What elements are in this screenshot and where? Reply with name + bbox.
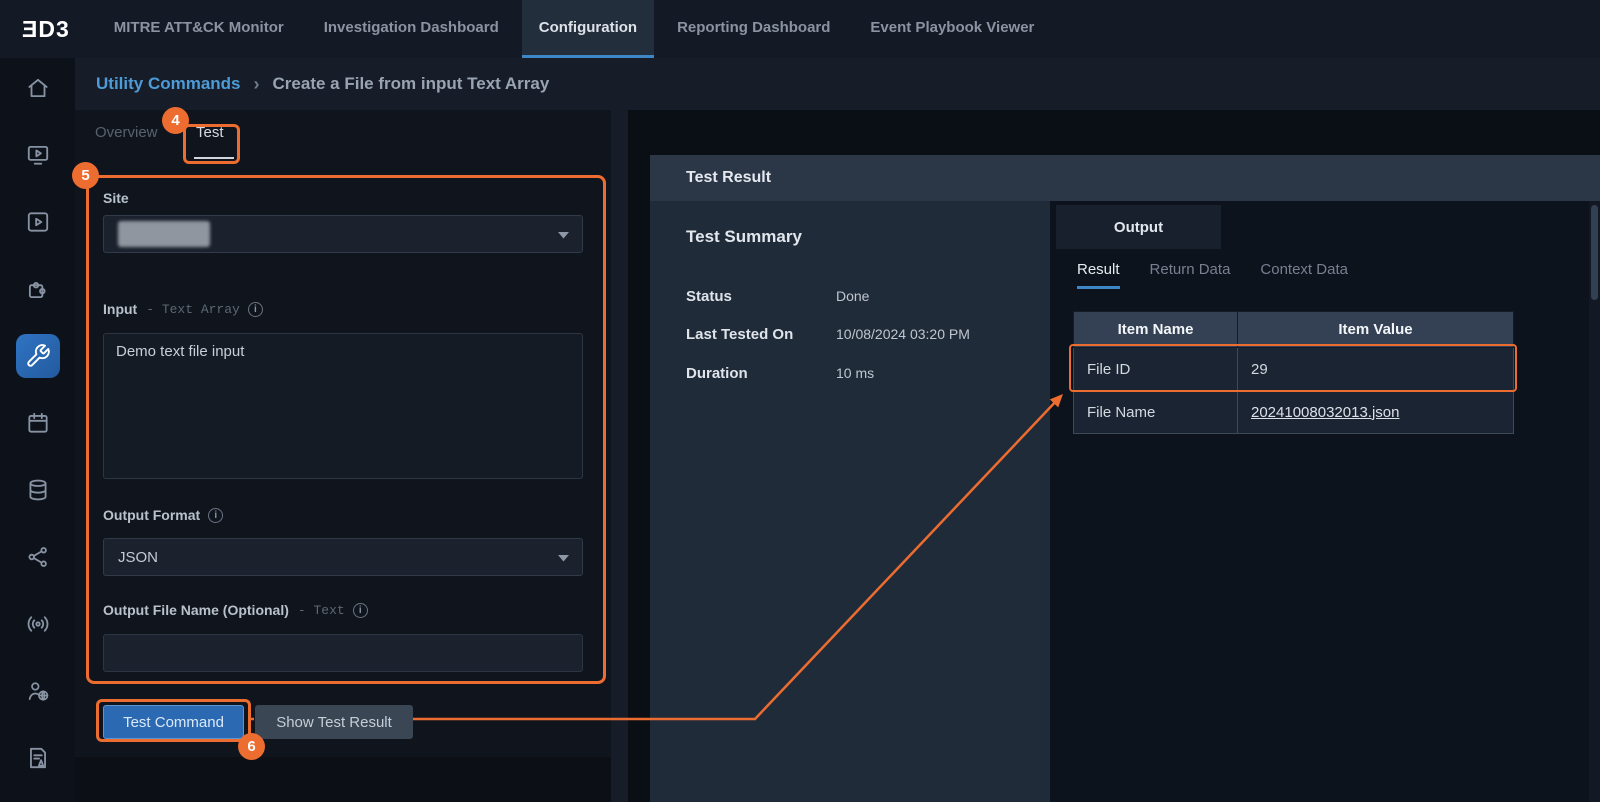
redacted-site-value bbox=[118, 221, 210, 247]
output-file-name-label: Output File Name (Optional) - Text bbox=[103, 602, 368, 618]
panel-bottom-strip bbox=[75, 757, 611, 802]
sidebar-item-home[interactable] bbox=[16, 66, 60, 110]
output-scrollbar-track bbox=[1589, 201, 1600, 802]
top-navigation: ƎD3 MITRE ATT&CK Monitor Investigation D… bbox=[0, 0, 1600, 58]
test-command-button[interactable]: Test Command bbox=[103, 705, 244, 739]
sidebar-item-dashboard[interactable] bbox=[16, 133, 60, 177]
table-row-file-id: File ID 29 bbox=[1074, 348, 1514, 391]
nav-mitre-attack-monitor[interactable]: MITRE ATT&CK Monitor bbox=[97, 0, 301, 58]
user-globe-icon bbox=[25, 678, 51, 704]
output-file-name-input[interactable] bbox=[103, 634, 583, 672]
file-name-name-cell: File Name bbox=[1074, 391, 1238, 434]
sidebar-item-connections[interactable] bbox=[16, 535, 60, 579]
chevron-down-icon bbox=[558, 555, 569, 562]
sidebar-item-utility-commands[interactable] bbox=[16, 334, 60, 378]
input-label: Input - Text Array bbox=[103, 301, 263, 317]
output-subtabs: Result Return Data Context Data bbox=[1077, 261, 1348, 289]
tab-test[interactable]: Test bbox=[196, 124, 224, 141]
site-label: Site bbox=[103, 190, 129, 206]
breadcrumb: Utility Commands › Create a File from in… bbox=[75, 58, 1600, 110]
output-section: Output Result Return Data Context Data I… bbox=[1050, 201, 1600, 802]
table-row-file-name: File Name 20241008032013.json bbox=[1074, 391, 1514, 434]
command-test-panel: Overview Test Site Input - Text Array De… bbox=[75, 110, 611, 802]
chevron-down-icon bbox=[558, 232, 569, 239]
nav-reporting-dashboard[interactable]: Reporting Dashboard bbox=[660, 0, 847, 58]
test-summary-section: Test Summary Status Done Last Tested On … bbox=[650, 201, 1050, 802]
video-play-icon bbox=[25, 209, 51, 235]
output-file-type-hint: - Text bbox=[298, 603, 345, 618]
calendar-icon bbox=[25, 410, 51, 436]
subtab-result[interactable]: Result bbox=[1077, 261, 1120, 289]
audit-form-icon bbox=[25, 745, 51, 771]
breadcrumb-utility-commands[interactable]: Utility Commands bbox=[96, 74, 241, 94]
subtab-context-data[interactable]: Context Data bbox=[1260, 261, 1348, 289]
nav-configuration[interactable]: Configuration bbox=[522, 0, 654, 58]
duration-value: 10 ms bbox=[836, 365, 874, 381]
summary-row-status: Status Done bbox=[686, 288, 869, 305]
info-icon[interactable] bbox=[208, 508, 223, 523]
output-format-select[interactable]: JSON bbox=[103, 538, 583, 576]
icon-sidebar bbox=[0, 58, 75, 802]
output-format-label: Output Format bbox=[103, 507, 223, 523]
header-item-value: Item Value bbox=[1238, 312, 1514, 348]
summary-row-last-tested: Last Tested On 10/08/2024 03:20 PM bbox=[686, 326, 970, 343]
nav-event-playbook-viewer[interactable]: Event Playbook Viewer bbox=[853, 0, 1051, 58]
test-summary-heading: Test Summary bbox=[686, 227, 802, 247]
tab-output[interactable]: Output bbox=[1056, 205, 1221, 249]
monitor-play-icon bbox=[25, 142, 51, 168]
d3-logo: ƎD3 bbox=[0, 0, 94, 58]
wrench-icon bbox=[25, 343, 51, 369]
status-value: Done bbox=[836, 288, 869, 304]
sidebar-item-data-sources[interactable] bbox=[16, 468, 60, 512]
show-test-result-button[interactable]: Show Test Result bbox=[255, 705, 413, 739]
output-format-value: JSON bbox=[118, 549, 158, 566]
input-textarea[interactable]: Demo text file input bbox=[103, 333, 583, 479]
status-label: Status bbox=[686, 288, 836, 305]
output-scrollbar-thumb[interactable] bbox=[1591, 205, 1598, 300]
home-icon bbox=[25, 75, 51, 101]
duration-label: Duration bbox=[686, 365, 836, 382]
result-table: Item Name Item Value File ID 29 File Nam… bbox=[1073, 311, 1514, 434]
info-icon[interactable] bbox=[248, 302, 263, 317]
input-type-hint: - Text Array bbox=[146, 302, 240, 317]
broadcast-signal-icon bbox=[25, 611, 51, 637]
sidebar-item-playbooks[interactable] bbox=[16, 200, 60, 244]
tab-overview[interactable]: Overview bbox=[95, 124, 158, 141]
site-select[interactable] bbox=[103, 215, 583, 253]
breadcrumb-separator: › bbox=[254, 74, 260, 95]
file-id-name-cell: File ID bbox=[1074, 348, 1238, 391]
sidebar-item-broadcast[interactable] bbox=[16, 602, 60, 646]
test-result-title: Test Result bbox=[686, 169, 771, 187]
last-tested-value: 10/08/2024 03:20 PM bbox=[836, 326, 970, 342]
table-header-row: Item Name Item Value bbox=[1074, 312, 1514, 348]
subtab-return-data[interactable]: Return Data bbox=[1150, 261, 1231, 289]
test-result-header: Test Result bbox=[650, 155, 1600, 201]
file-id-value-cell: 29 bbox=[1238, 348, 1514, 391]
file-download-link[interactable]: 20241008032013.json bbox=[1251, 404, 1399, 421]
puzzle-icon bbox=[25, 276, 51, 302]
nav-investigation-dashboard[interactable]: Investigation Dashboard bbox=[307, 0, 516, 58]
last-tested-label: Last Tested On bbox=[686, 326, 836, 343]
header-item-name: Item Name bbox=[1074, 312, 1238, 348]
sidebar-item-calendar[interactable] bbox=[16, 401, 60, 445]
sidebar-item-audit-forms[interactable] bbox=[16, 736, 60, 780]
info-icon[interactable] bbox=[353, 603, 368, 618]
file-name-value-cell: 20241008032013.json bbox=[1238, 391, 1514, 434]
page-title: Create a File from input Text Array bbox=[273, 74, 550, 94]
tab-test-active-indicator bbox=[194, 157, 234, 159]
left-panel-scrollbar[interactable] bbox=[611, 110, 628, 802]
summary-row-duration: Duration 10 ms bbox=[686, 365, 874, 382]
sidebar-item-integrations[interactable] bbox=[16, 267, 60, 311]
share-network-icon bbox=[25, 544, 51, 570]
sidebar-item-user-portal[interactable] bbox=[16, 669, 60, 713]
test-result-panel: Test Result Test Summary Status Done Las… bbox=[650, 155, 1600, 802]
database-icon bbox=[25, 477, 51, 503]
